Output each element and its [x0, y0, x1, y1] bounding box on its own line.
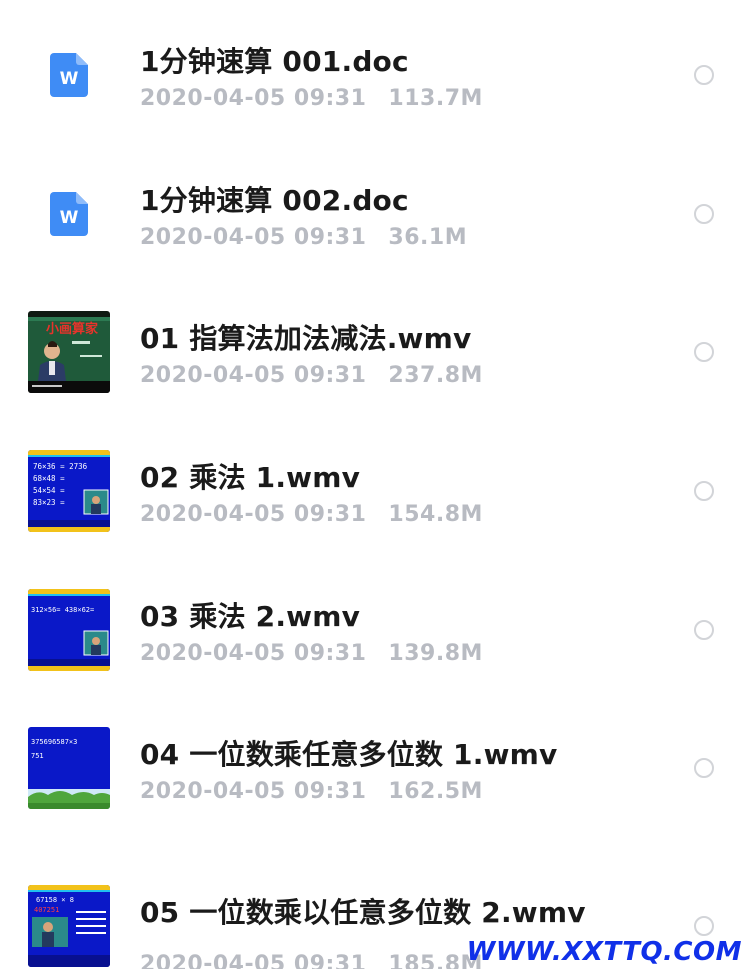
- file-meta: 2020-04-05 09:31 113.7M: [140, 86, 483, 111]
- file-meta: 2020-04-05 09:31 185.8M: [140, 952, 483, 969]
- thumb-line: 67158 × 8: [36, 896, 74, 904]
- file-name: 1分钟速算 002.doc: [140, 184, 409, 217]
- file-date: 2020-04-05 09:31: [140, 86, 367, 111]
- file-list: W 1分钟速算 001.doc 2020-04-05 09:31 113.7M W…: [0, 0, 748, 969]
- file-meta: 2020-04-05 09:31 237.8M: [140, 363, 483, 388]
- word-doc-icon: W: [50, 192, 88, 236]
- file-row[interactable]: W 1分钟速算 002.doc 2020-04-05 09:31 36.1M: [0, 139, 748, 278]
- file-meta: 2020-04-05 09:31 162.5M: [140, 779, 483, 804]
- svg-text:W: W: [60, 69, 79, 89]
- thumb-line: 54×54 =: [33, 486, 65, 495]
- file-row[interactable]: 312×56= 438×62= 03 乘法 2.wmv 2020-04-05 0…: [0, 555, 748, 694]
- site-watermark: WWW.XXTTQ.COM: [466, 937, 742, 967]
- file-date: 2020-04-05 09:31: [140, 641, 367, 666]
- file-size: 113.7M: [388, 86, 483, 111]
- select-radio[interactable]: [694, 65, 714, 85]
- file-meta: 2020-04-05 09:31 139.8M: [140, 641, 483, 666]
- file-name: 1分钟速算 001.doc: [140, 45, 409, 78]
- video-thumbnail: 375696587×3 751: [28, 727, 110, 809]
- video-thumbnail: 76×36 = 2736 68×48 = 54×54 = 83×23 =: [28, 450, 110, 532]
- select-radio[interactable]: [694, 342, 714, 362]
- file-name: 04 一位数乘任意多位数 1.wmv: [140, 738, 558, 771]
- file-row[interactable]: W 1分钟速算 001.doc 2020-04-05 09:31 113.7M: [0, 0, 748, 139]
- file-size: 237.8M: [388, 363, 483, 388]
- file-name: 05 一位数乘以任意多位数 2.wmv: [140, 896, 586, 929]
- file-name: 03 乘法 2.wmv: [140, 600, 361, 633]
- file-meta: 2020-04-05 09:31 36.1M: [140, 225, 467, 250]
- svg-text:W: W: [60, 208, 79, 228]
- file-row[interactable]: 375696587×3 751 04 一位数乘任意多位数 1.wmv 2020-…: [0, 693, 748, 832]
- file-name: 01 指算法加法减法.wmv: [140, 322, 472, 355]
- thumb-line: 751: [31, 752, 44, 760]
- video-thumbnail: 67158 × 8 407251: [28, 885, 110, 967]
- video-thumbnail: 小画算家: [28, 311, 110, 393]
- file-date: 2020-04-05 09:31: [140, 502, 367, 527]
- file-row[interactable]: 76×36 = 2736 68×48 = 54×54 = 83×23 = 02 …: [0, 416, 748, 555]
- thumb-line: 375696587×3: [31, 738, 77, 746]
- thumb-line: 312×56= 438×62=: [31, 606, 94, 614]
- file-date: 2020-04-05 09:31: [140, 363, 367, 388]
- file-name: 02 乘法 1.wmv: [140, 461, 361, 494]
- select-radio[interactable]: [694, 481, 714, 501]
- file-date: 2020-04-05 09:31: [140, 225, 367, 250]
- thumb-title: 小画算家: [46, 321, 99, 337]
- file-date: 2020-04-05 09:31: [140, 779, 367, 804]
- word-doc-icon: W: [50, 53, 88, 97]
- video-thumbnail: 312×56= 438×62=: [28, 589, 110, 671]
- thumb-line: 407251: [34, 906, 59, 914]
- select-radio[interactable]: [694, 758, 714, 778]
- thumb-line: 83×23 =: [33, 498, 65, 507]
- select-radio[interactable]: [694, 620, 714, 640]
- file-size: 154.8M: [388, 502, 483, 527]
- thumb-line: 68×48 =: [33, 474, 65, 483]
- file-size: 36.1M: [388, 225, 468, 250]
- select-radio[interactable]: [694, 204, 714, 224]
- file-size: 162.5M: [388, 779, 483, 804]
- file-row[interactable]: 小画算家 01 指算法加法减法.wmv 2020-04-05 09:31 237.…: [0, 277, 748, 416]
- file-meta: 2020-04-05 09:31 154.8M: [140, 502, 483, 527]
- file-date: 2020-04-05 09:31: [140, 952, 367, 969]
- file-size: 139.8M: [388, 641, 483, 666]
- select-radio[interactable]: [694, 916, 714, 936]
- thumb-line: 76×36 = 2736: [33, 462, 88, 471]
